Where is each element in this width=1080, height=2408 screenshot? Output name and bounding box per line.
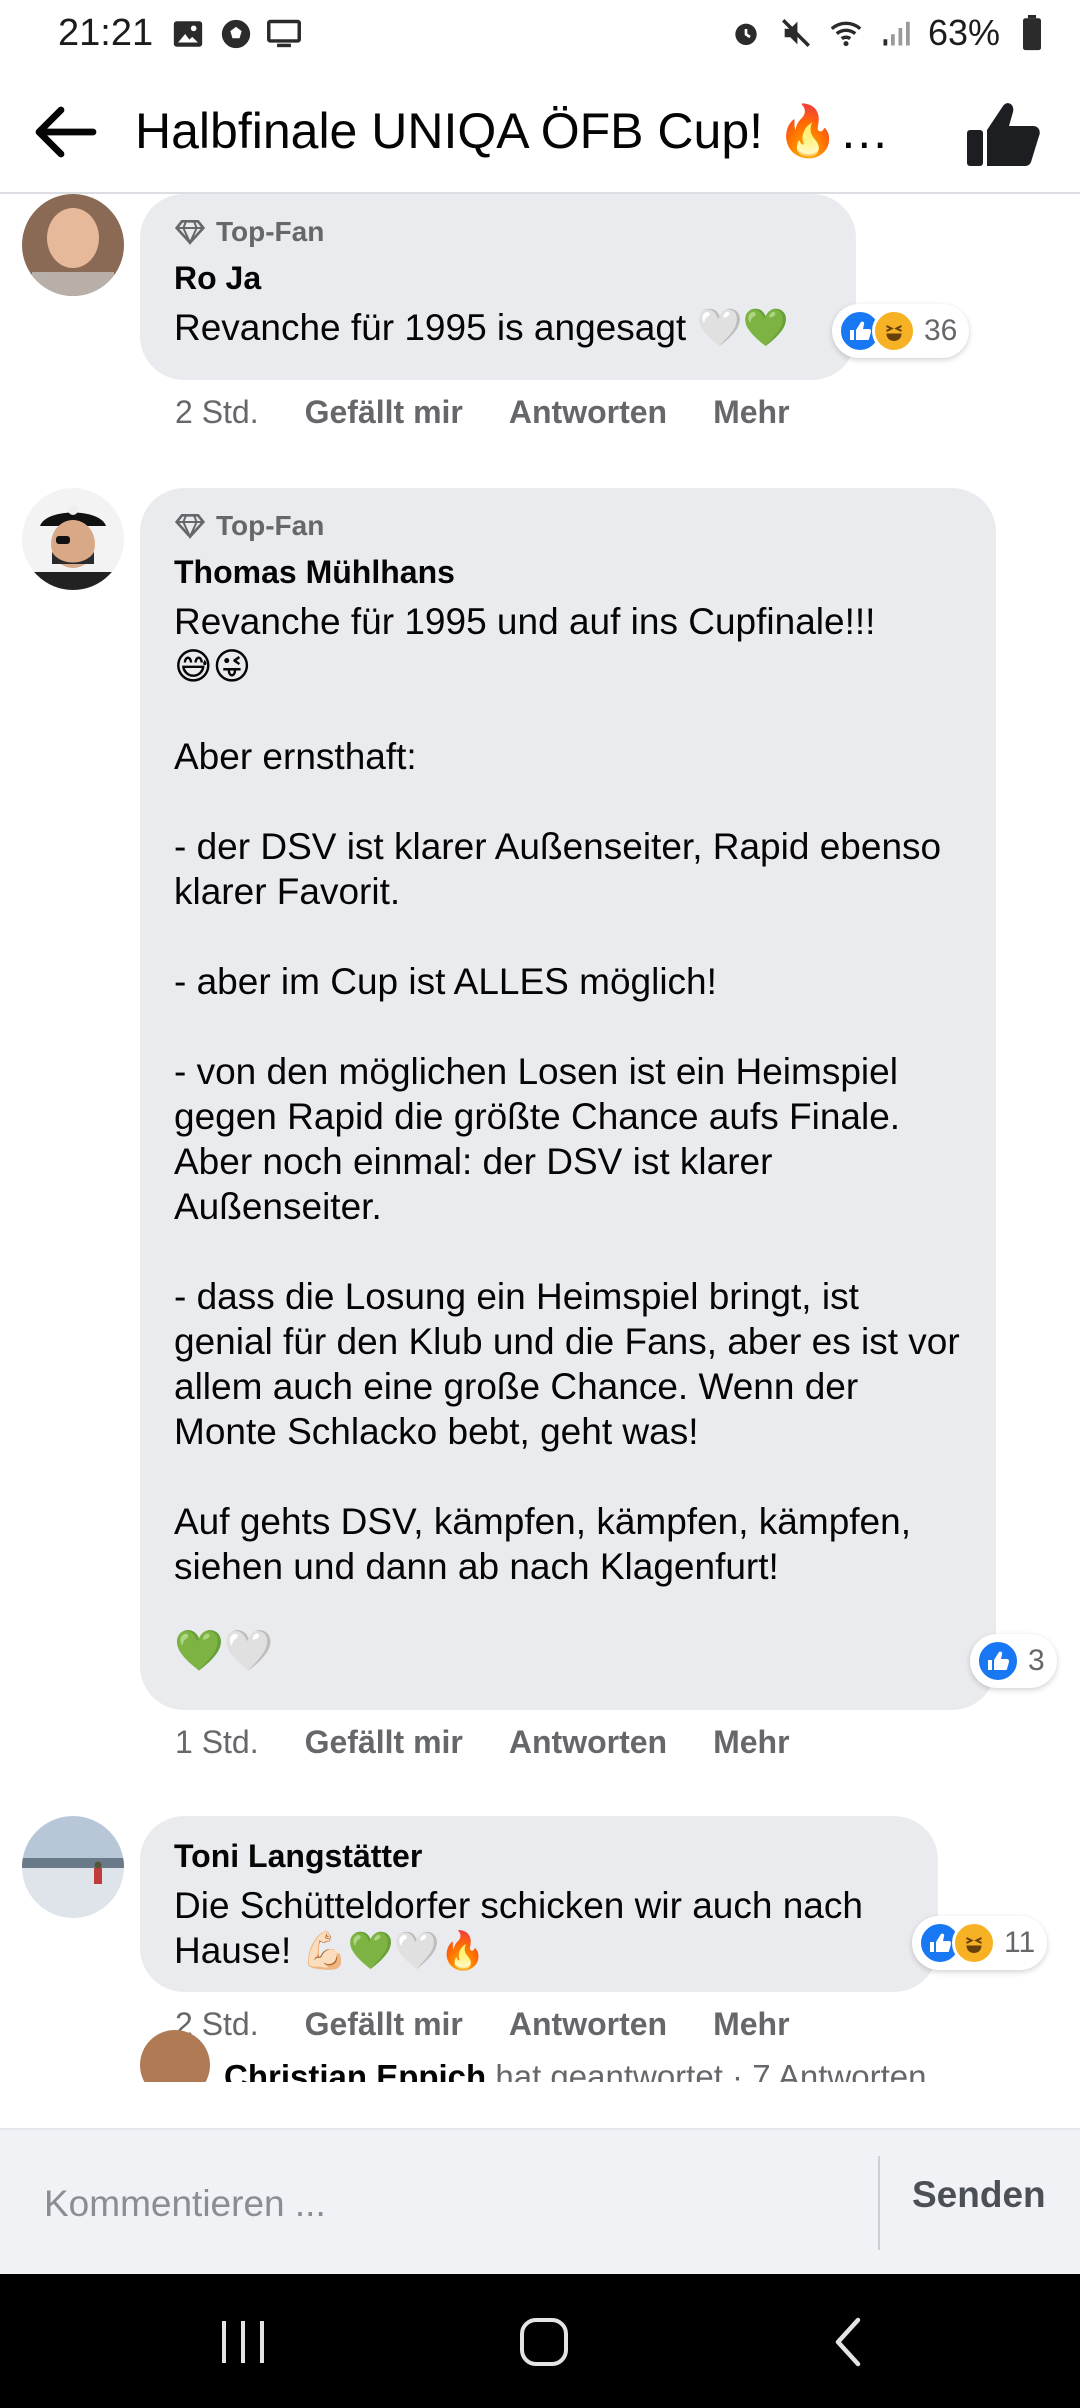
- comment-time: 2 Std.: [175, 394, 259, 430]
- like-reaction-icon: [976, 1639, 1020, 1683]
- comment-text: Revanche für 1995 is angesagt 🤍💚: [174, 307, 789, 348]
- more-button[interactable]: Mehr: [713, 1724, 789, 1761]
- comment-actions: 1 Std. Gefällt mir Antworten Mehr: [175, 1724, 790, 1761]
- reply-button[interactable]: Antworten: [509, 1724, 667, 1761]
- comment-actions: 2 Std. Gefällt mir Antworten Mehr: [175, 394, 790, 431]
- wifi-icon: [828, 15, 864, 51]
- like-comment-button[interactable]: Gefällt mir: [305, 394, 463, 431]
- image-icon: [170, 16, 206, 52]
- reaction-count: 3: [1028, 1644, 1045, 1677]
- soccer-ball-icon: [218, 16, 254, 52]
- thumbs-up-icon: [967, 103, 1040, 166]
- arrow-left-icon: [35, 106, 97, 158]
- back-nav-button[interactable]: [808, 2310, 888, 2374]
- reactions-summary[interactable]: 11: [912, 1916, 1048, 1970]
- diamond-icon: [174, 514, 206, 540]
- comment-bubble: Top-Fan Ro Ja Revanche für 1995 is anges…: [140, 194, 856, 380]
- comment-text: Revanche für 1995 und auf ins Cupfinale!…: [174, 601, 960, 1587]
- more-button[interactable]: Mehr: [713, 394, 789, 431]
- comment-bubble: Top-Fan Thomas Mühlhans Revanche für 199…: [140, 488, 996, 1710]
- post-title: Halbfinale UNIQA ÖFB Cup! 🔥⚽...: [135, 103, 935, 159]
- avatar[interactable]: [22, 1816, 124, 1918]
- send-button[interactable]: Senden: [912, 2174, 1046, 2216]
- comment-input[interactable]: [44, 2174, 864, 2234]
- post-header: Halbfinale UNIQA ÖFB Cup! 🔥⚽...: [0, 70, 1080, 194]
- comment-author[interactable]: Toni Langstätter: [174, 1838, 904, 1875]
- comment-emojis: 💚🤍: [174, 1629, 274, 1673]
- avatar: [140, 2030, 210, 2082]
- like-post-button[interactable]: [960, 94, 1050, 174]
- battery-icon: [1014, 15, 1050, 51]
- top-fan-badge: Top-Fan: [216, 216, 325, 247]
- reply-button[interactable]: Antworten: [509, 394, 667, 431]
- home-icon: [520, 2318, 568, 2366]
- reaction-count: 36: [924, 314, 958, 347]
- comment-bubble: Toni Langstätter Die Schütteldorfer schi…: [140, 1816, 938, 1992]
- status-time: 21:21: [58, 12, 154, 54]
- chevron-left-icon: [835, 2317, 861, 2367]
- haha-reaction-icon: [872, 309, 916, 353]
- reply-author: Christian Eppich: [224, 2058, 487, 2082]
- haha-reaction-icon: [952, 1921, 996, 1965]
- top-fan-badge: Top-Fan: [216, 510, 325, 541]
- alarm-icon: [728, 15, 764, 51]
- avatar[interactable]: [22, 194, 124, 296]
- diamond-icon: [174, 220, 206, 246]
- recent-apps-button[interactable]: [203, 2310, 283, 2374]
- comment-text: Die Schütteldorfer schicken wir auch nac…: [174, 1885, 863, 1971]
- comment-author[interactable]: Thomas Mühlhans: [174, 554, 962, 591]
- avatar[interactable]: [22, 488, 124, 590]
- reply-summary: hat geantwortet · 7 Antworten: [495, 2058, 927, 2082]
- comment-time: 1 Std.: [175, 1724, 259, 1760]
- replies-preview[interactable]: Christian Eppich hat geantwortet · 7 Ant…: [140, 2022, 1040, 2082]
- divider: [878, 2156, 880, 2250]
- mute-icon: [778, 15, 814, 51]
- monitor-icon: [266, 16, 302, 52]
- back-button[interactable]: [30, 100, 100, 164]
- battery-percent: 63%: [927, 12, 1000, 53]
- home-button[interactable]: [504, 2310, 584, 2374]
- comment-composer: Senden: [0, 2128, 1080, 2274]
- reactions-summary[interactable]: 3: [970, 1634, 1057, 1688]
- comment-author[interactable]: Ro Ja: [174, 260, 822, 297]
- system-nav-bar: [0, 2274, 1080, 2408]
- reaction-count: 11: [1004, 1926, 1036, 1959]
- recent-apps-icon: [222, 2321, 264, 2363]
- reactions-summary[interactable]: 36: [832, 304, 970, 358]
- status-bar: 21:21 63%: [0, 0, 1080, 70]
- signal-icon: [878, 15, 914, 51]
- like-comment-button[interactable]: Gefällt mir: [305, 1724, 463, 1761]
